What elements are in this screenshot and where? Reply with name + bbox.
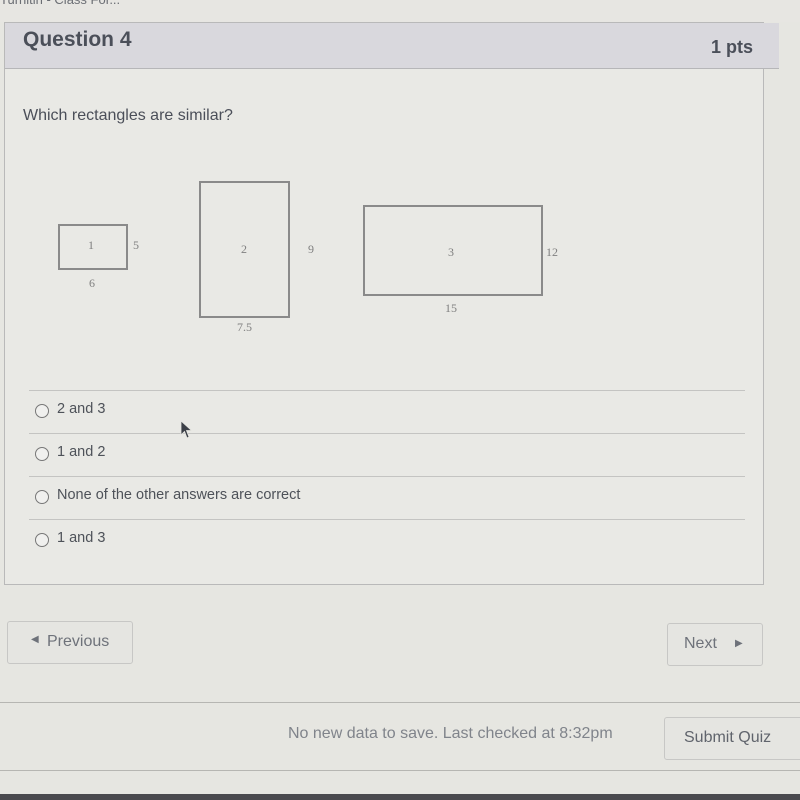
rectangle-3-bottom-label: 15 [445, 301, 457, 315]
answer-label: 1 and 3 [57, 530, 106, 546]
submit-quiz-button[interactable]: Submit Quiz [664, 717, 800, 760]
answer-option[interactable]: 1 and 2 [29, 433, 745, 476]
question-card: Question 4 1 pts Which rectangles are si… [4, 22, 779, 585]
rectangle-1-bottom-label: 6 [89, 276, 95, 290]
next-label: Next [684, 635, 717, 652]
rectangle-2-side-label: 9 [308, 242, 314, 256]
previous-label: Previous [47, 633, 110, 650]
browser-tab-strip: Turnitin - Class For... [0, 0, 800, 22]
rectangle-2-bottom-label: 7.5 [237, 320, 252, 334]
rectangle-1-side-label: 5 [133, 238, 139, 252]
right-triangle-icon: ▶ [735, 638, 743, 649]
answer-option[interactable]: None of the other answers are correct [29, 476, 745, 519]
radio-button[interactable] [35, 447, 49, 461]
previous-button[interactable]: ◀ Previous [7, 621, 133, 664]
radio-button[interactable] [35, 533, 49, 547]
browser-tab-fragment: Turnitin - Class For... [0, 0, 120, 7]
rectangle-1-label: 1 [88, 238, 94, 252]
radio-button[interactable] [35, 404, 49, 418]
rectangle-2-label: 2 [241, 242, 247, 256]
footer-divider-top [0, 702, 800, 703]
answer-label: None of the other answers are correct [57, 487, 301, 503]
radio-button[interactable] [35, 490, 49, 504]
answer-label: 1 and 2 [57, 444, 106, 460]
mouse-cursor-icon [180, 420, 193, 439]
footer-divider-bottom [0, 770, 800, 771]
left-triangle-icon: ◀ [31, 634, 39, 645]
answer-option[interactable]: 1 and 3 [29, 519, 745, 562]
answer-option[interactable]: 2 and 3 [29, 390, 745, 433]
next-button[interactable]: Next ▶ [667, 623, 763, 666]
screen-bezel [0, 794, 800, 800]
answer-list: 2 and 3 1 and 2 None of the other answer… [29, 390, 745, 562]
submit-quiz-label: Submit Quiz [684, 729, 772, 746]
rectangle-3-label: 3 [448, 245, 454, 259]
answer-label: 2 and 3 [57, 401, 106, 417]
save-status-text: No new data to save. Last checked at 8:3… [288, 725, 613, 742]
rectangle-3-side-label: 12 [546, 245, 558, 259]
rectangles-figure: 1 5 6 2 9 7.5 3 12 15 [5, 23, 765, 383]
